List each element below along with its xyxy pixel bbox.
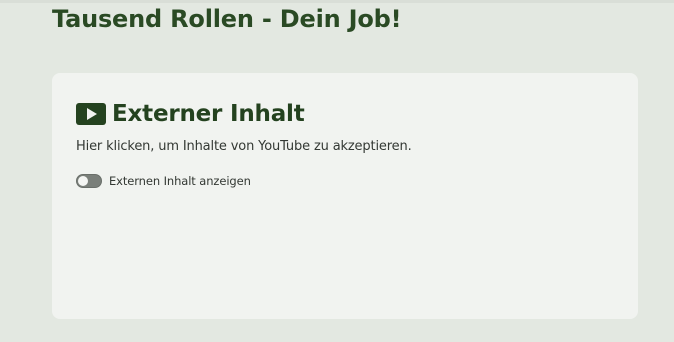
- card-title: Externer Inhalt: [112, 101, 305, 127]
- show-external-content-toggle[interactable]: [76, 174, 102, 188]
- page-title: Tausend Rollen - Dein Job!: [52, 5, 402, 33]
- card-header: Externer Inhalt: [76, 99, 305, 129]
- show-external-content-toggle-row[interactable]: Externen Inhalt anzeigen: [76, 173, 251, 189]
- video-play-icon: [76, 103, 106, 125]
- consent-text[interactable]: Hier klicken, um Inhalte von YouTube zu …: [76, 138, 412, 156]
- toggle-knob: [78, 176, 88, 186]
- toggle-label[interactable]: Externen Inhalt anzeigen: [109, 173, 251, 189]
- external-content-card[interactable]: Externer Inhalt Hier klicken, um Inhalte…: [52, 73, 638, 319]
